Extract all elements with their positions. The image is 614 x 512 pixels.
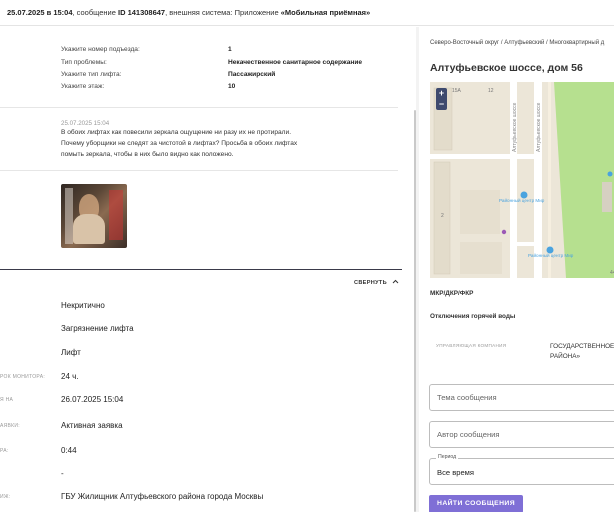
management-company-value: ГОСУДАРСТВЕННОЕ РАЙОНА»	[550, 343, 614, 360]
comment-line: В обоих лифтах как повесили зеркала ощущ…	[61, 129, 292, 136]
detail-label-lift-type: Укажите тип лифта:	[61, 71, 122, 78]
field-label-monitor-term: РОК МОНИТОРА:	[0, 374, 46, 380]
field-value-executor: ГБУ Жилищник Алтуфьевского района города…	[61, 492, 264, 501]
map-street-label: Алтуфьевское шоссе	[536, 102, 542, 152]
message-id: ID 141308647	[117, 8, 166, 17]
detail-value-entrance: 1	[228, 46, 232, 53]
field-value-time: 0:44	[61, 446, 77, 455]
detail-label-floor: Укажите этаж:	[61, 83, 105, 90]
field-label-due: Я НА	[0, 397, 14, 403]
comment-line: помыть зеркала, чтобы в них было видно к…	[61, 151, 234, 158]
address-sidebar: Северо-Восточный округ / Алтуфьевский / …	[420, 27, 614, 512]
chevron-up-icon	[392, 279, 399, 286]
breadcrumb: Северо-Восточный округ / Алтуфьевский / …	[430, 40, 605, 46]
message-details-pane: Укажите номер подъезда: 1 Тип проблемы: …	[0, 27, 402, 512]
detail-value-lift-type: Пассажирский	[228, 71, 276, 78]
hot-water-outage-heading: Отключения горячей воды	[430, 313, 516, 320]
subject-field[interactable]	[429, 384, 614, 411]
period-select[interactable]: Период Все время	[429, 454, 614, 485]
scrollbar-track[interactable]	[416, 27, 419, 512]
section-divider-dark	[0, 269, 402, 270]
field-value-status: Активная заявка	[61, 421, 123, 430]
map-poi-label: Районный центр Мир	[528, 252, 574, 258]
map-label-12: 12	[488, 88, 494, 94]
detail-label-entrance: Укажите номер подъезда:	[61, 46, 140, 53]
subject-input[interactable]	[430, 385, 614, 410]
detail-value-problem: Некачественное санитарное содержание	[228, 59, 363, 66]
detail-label-problem: Тип проблемы:	[61, 59, 107, 66]
message-prefix: , сообщение	[72, 8, 118, 17]
section-divider	[0, 107, 398, 108]
field-value-category: Загрязнение лифта	[61, 324, 134, 333]
author-field[interactable]	[429, 421, 614, 448]
map-poi-label: Районный центр Мир	[499, 197, 545, 203]
map-street-label: Алтуфьевское шоссе	[512, 102, 518, 152]
address-title: Алтуфьевское шоссе, дом 56	[430, 62, 583, 74]
section-divider	[0, 170, 398, 171]
field-label-executor: ИЖ:	[0, 494, 11, 500]
message-header-line: 25.07.2025 в 15:04, сообщение ID 1413086…	[7, 8, 370, 17]
comment-line: Почему уборщики не следят за чистотой в …	[61, 140, 298, 147]
zoom-out-button[interactable]: −	[436, 99, 447, 110]
collapse-label: СВЕРНУТЬ	[354, 280, 387, 286]
detail-value-floor: 10	[228, 83, 236, 90]
author-input[interactable]	[430, 422, 614, 447]
external-prefix: , внешняя система: Приложение	[165, 8, 281, 17]
map[interactable]: + − 15А 12 2 44	[430, 82, 614, 278]
external-system: «Мобильная приёмная»	[280, 8, 371, 17]
attachment-photo[interactable]	[61, 184, 127, 248]
scrollbar-thumb[interactable]	[414, 110, 416, 512]
top-header: 25.07.2025 в 15:04, сообщение ID 1413086…	[0, 0, 614, 26]
field-value-priority: Некритично	[61, 301, 105, 310]
field-value-object: Лифт	[61, 348, 81, 357]
field-value-due: 26.07.2025 15:04	[61, 395, 124, 404]
field-label-status: АЯВКИ:	[0, 423, 20, 429]
house-program-type: МКР/ДКР/ФКР	[430, 290, 474, 297]
period-value: Все время	[437, 468, 475, 477]
message-date: 25.07.2025 в 15:04	[7, 8, 73, 17]
field-value-empty: -	[61, 469, 64, 478]
comment-date: 25.07.2025 15:04	[61, 120, 110, 127]
map-zoom-control: + −	[436, 88, 447, 110]
find-messages-button[interactable]: НАЙТИ СООБЩЕНИЯ	[429, 495, 523, 512]
map-label-2: 2	[441, 213, 444, 219]
zoom-in-button[interactable]: +	[436, 88, 447, 99]
field-value-monitor-term: 24 ч.	[61, 372, 79, 381]
period-label: Период	[436, 454, 459, 460]
map-canvas: 15А 12 2 44 Алтуфьевское шоссе Алтуфьевс…	[430, 82, 614, 278]
management-company-label: УПРАВЛЯЮЩАЯ КОМПАНИЯ	[436, 343, 507, 348]
map-label-44: 44	[610, 270, 614, 276]
map-label-15a: 15А	[452, 88, 462, 94]
collapse-button[interactable]: СВЕРНУТЬ	[354, 279, 399, 286]
field-label-time: РА:	[0, 448, 9, 454]
